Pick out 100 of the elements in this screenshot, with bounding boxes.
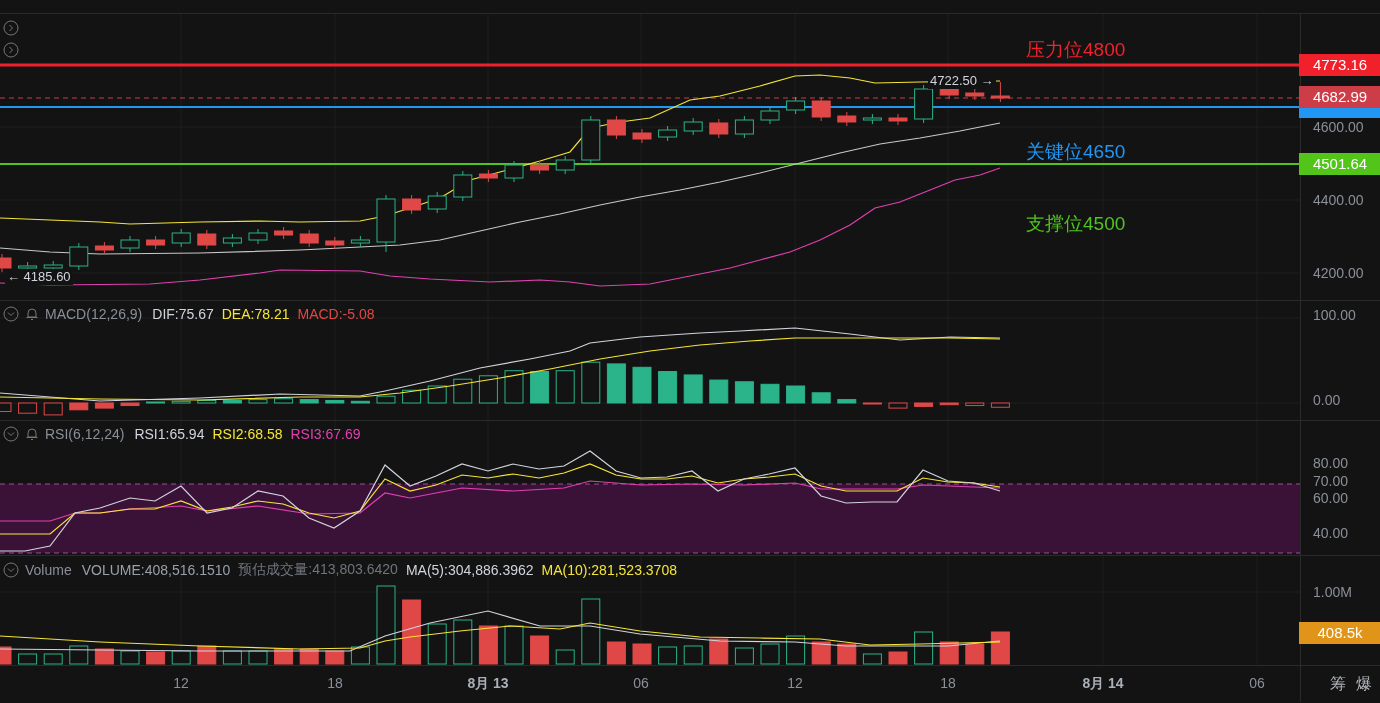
histogram-bar <box>274 398 294 404</box>
candlestick <box>837 111 857 127</box>
tool-button[interactable]: 爆 <box>1354 671 1374 697</box>
histogram-bar <box>709 379 729 404</box>
volume-bar <box>69 645 89 665</box>
time-axis-label: 18 <box>939 675 957 691</box>
volume-tag: 408.5k <box>1299 622 1380 644</box>
volume-bar <box>402 599 422 665</box>
candlestick <box>606 115 626 140</box>
price-tag: 4501.64 <box>1299 153 1380 175</box>
volume-bar <box>0 646 12 665</box>
histogram-bar <box>658 371 678 404</box>
axis-label: 4400.00 <box>1313 192 1364 208</box>
price-level-label: 支撑位4500 <box>1026 212 1126 236</box>
histogram-bar <box>965 402 985 407</box>
collapse-icon[interactable] <box>3 426 19 442</box>
candlestick <box>530 160 550 175</box>
histogram-bar <box>811 392 831 404</box>
candlestick <box>811 96 831 122</box>
candlestick <box>0 253 12 273</box>
histogram-bar <box>18 402 38 414</box>
volume-bar <box>120 650 140 665</box>
volume-bar <box>862 653 882 665</box>
candlestick <box>862 113 882 125</box>
candlestick <box>786 96 806 115</box>
axis-label: 4600.00 <box>1313 119 1364 135</box>
histogram-bar <box>530 371 550 404</box>
high-price-label: 4722.50 → <box>928 73 996 89</box>
volume-bar <box>606 641 626 665</box>
indicator-value: RSI1:65.94 <box>134 426 205 442</box>
candlestick <box>632 128 652 144</box>
candlestick <box>427 191 447 214</box>
volume-bar <box>427 623 447 665</box>
candlestick <box>914 84 934 124</box>
candlestick <box>581 115 601 165</box>
candlestick <box>683 117 703 136</box>
time-axis-label: 8月 14 <box>1081 675 1125 693</box>
axis-label: 70.00 <box>1313 473 1349 489</box>
candlestick <box>69 242 89 271</box>
expand-icon[interactable] <box>3 42 19 58</box>
histogram-bar <box>581 361 601 404</box>
indicator-title: RSI(6,12,24) <box>45 426 125 442</box>
axis-label: 1.00M <box>1313 584 1352 600</box>
histogram-bar <box>43 402 63 416</box>
volume-bar <box>734 647 754 665</box>
volume-bar <box>453 619 473 665</box>
indicator-value: VOLUME:408,516.1510 <box>81 562 231 578</box>
histogram-bar <box>146 401 166 404</box>
time-axis-label: 12 <box>172 675 190 691</box>
volume-bar <box>760 643 780 665</box>
time-axis-label: 06 <box>1248 675 1266 691</box>
volume-bar <box>171 650 191 665</box>
indicator-value: 预估成交量:413,803.6420 <box>238 561 398 579</box>
price-level-label: 关键位4650 <box>1026 140 1126 164</box>
tool-button[interactable]: 筹 <box>1328 671 1348 697</box>
indicator-title: Volume <box>25 562 72 578</box>
candlestick <box>734 115 754 139</box>
candlestick <box>760 106 780 125</box>
indicator-value: RSI3:67.69 <box>290 426 361 442</box>
histogram-bar <box>734 381 754 404</box>
histogram-bar <box>222 399 242 404</box>
histogram-bar <box>402 389 422 404</box>
histogram-bar <box>197 399 217 404</box>
candlestick <box>478 169 498 183</box>
candlestick <box>990 81 1010 103</box>
histogram-bar <box>248 399 268 404</box>
indicator-value: DEA:78.21 <box>221 306 290 322</box>
indicator-value: MA(5):304,886.3962 <box>405 562 534 578</box>
candlestick <box>274 226 294 240</box>
bell-icon[interactable] <box>25 427 39 441</box>
low-price-label: ← 4185.60 <box>5 269 73 285</box>
time-axis-label: 18 <box>326 675 344 691</box>
bell-icon[interactable] <box>25 307 39 321</box>
candlestick <box>248 228 268 245</box>
volume-bar <box>990 631 1010 665</box>
axis-label: 60.00 <box>1313 490 1349 506</box>
histogram-bar <box>555 370 575 404</box>
volume-bar <box>581 598 601 665</box>
histogram-bar <box>914 402 934 407</box>
volume-bar <box>555 649 575 665</box>
axis-label: 4200.00 <box>1313 265 1364 281</box>
histogram-bar <box>120 402 140 407</box>
volume-bar <box>939 641 959 665</box>
histogram-bar <box>683 374 703 404</box>
indicator-value: MACD:-5.08 <box>297 306 375 322</box>
candlestick <box>94 241 114 255</box>
candlestick <box>146 235 166 250</box>
collapse-icon[interactable] <box>3 306 19 322</box>
candlestick <box>299 229 319 248</box>
time-axis-label: 8月 13 <box>466 675 510 693</box>
collapse-icon[interactable] <box>3 562 19 578</box>
candlestick <box>171 228 191 248</box>
volume-bar <box>632 643 652 665</box>
volume-bar <box>658 646 678 665</box>
candlestick <box>120 235 140 253</box>
histogram-bar <box>350 400 370 404</box>
indicator-title: MACD(12,26,9) <box>45 306 143 322</box>
volume-bar <box>18 653 38 665</box>
expand-icon[interactable] <box>3 20 19 36</box>
candlestick <box>402 194 422 215</box>
